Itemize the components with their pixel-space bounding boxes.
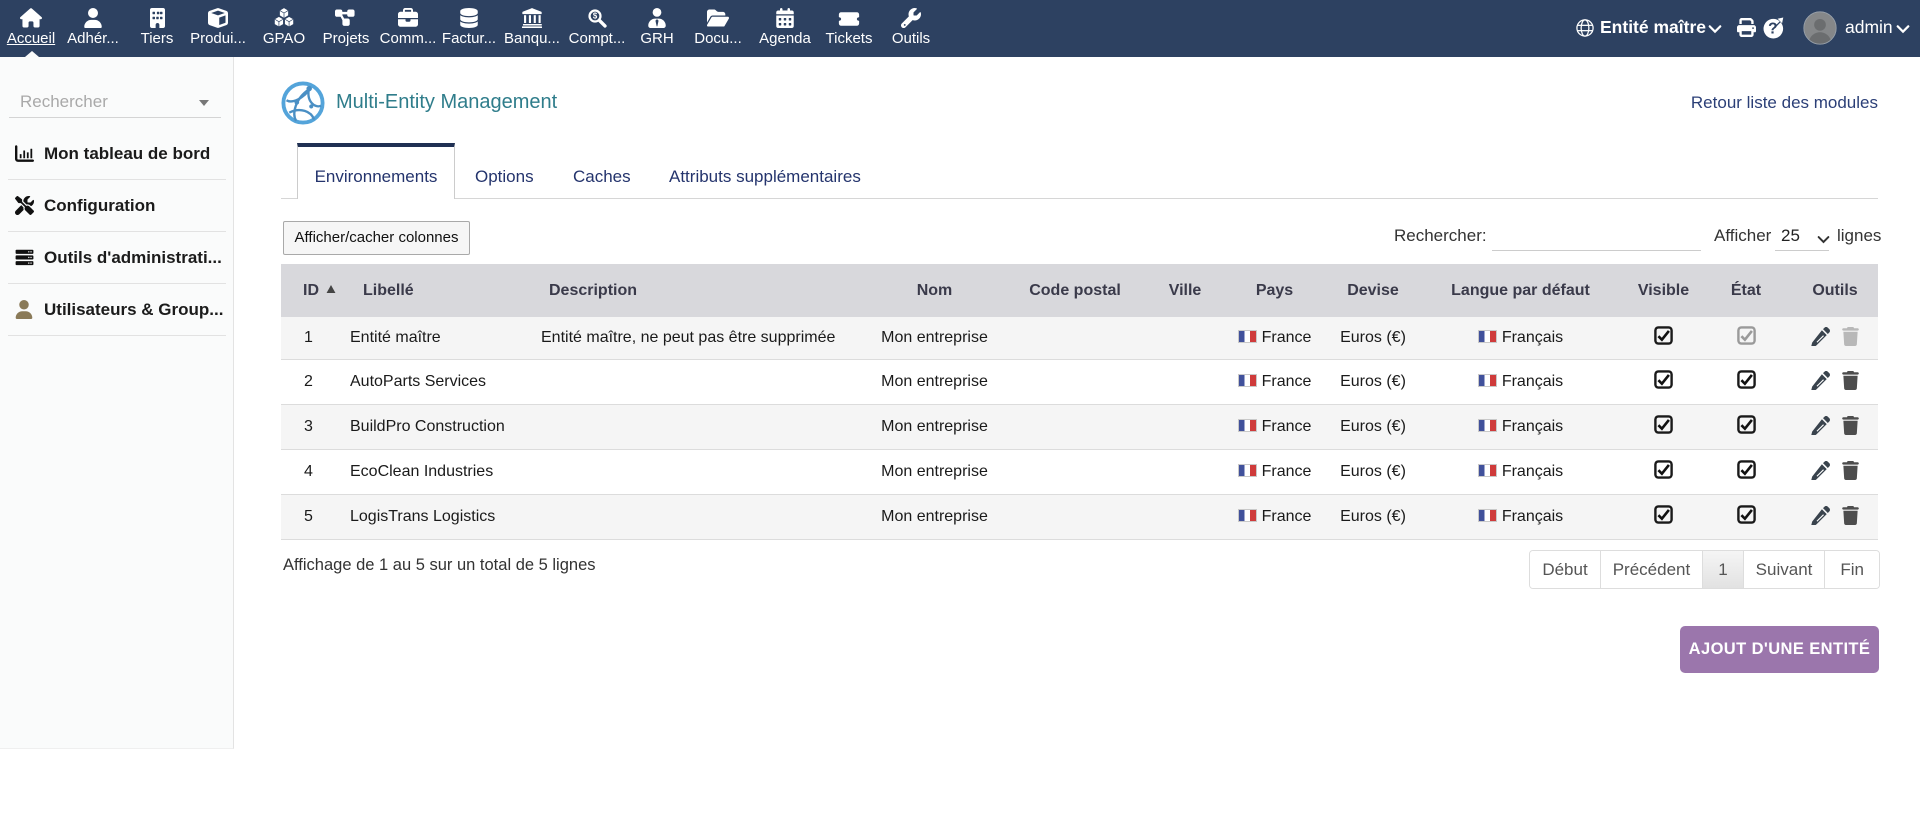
svg-text:$: $: [593, 12, 598, 21]
svg-text:?: ?: [1768, 21, 1777, 38]
